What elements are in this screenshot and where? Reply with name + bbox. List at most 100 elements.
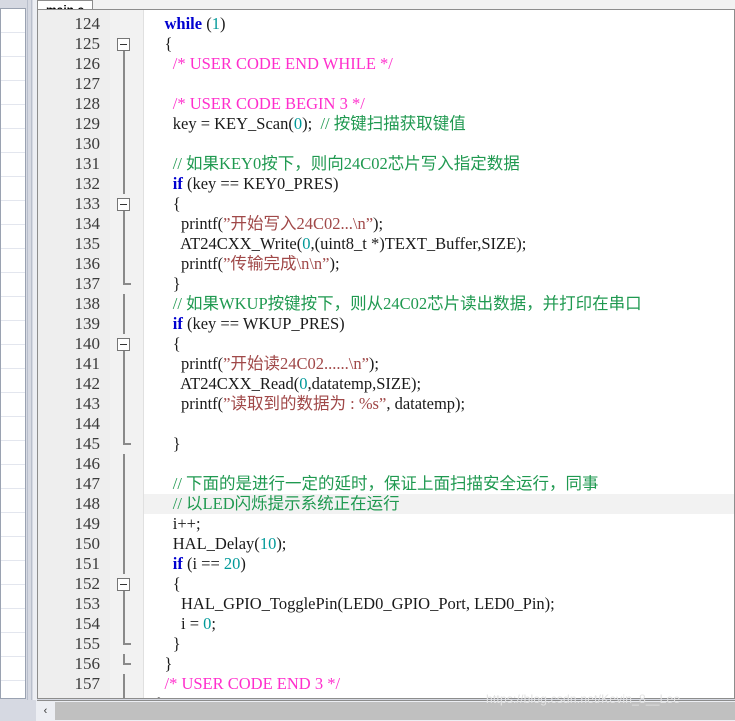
code-line[interactable]: 151 if (i == 20) xyxy=(38,554,734,574)
project-tree-row[interactable] xyxy=(1,81,25,105)
code-text: printf(”传输完成\n\n”); xyxy=(148,254,340,273)
line-number: 126 xyxy=(74,54,101,73)
project-tree-row[interactable] xyxy=(1,321,25,345)
fold-line xyxy=(123,554,125,574)
code-line[interactable]: 125 { xyxy=(38,34,734,54)
code-line[interactable]: 135 AT24CXX_Write(0,(uint8_t *)TEXT_Buff… xyxy=(38,234,734,254)
code-line[interactable]: 132 if (key == KEY0_PRES) xyxy=(38,174,734,194)
project-tree-row[interactable] xyxy=(1,297,25,321)
fold-collapse-icon[interactable] xyxy=(117,198,130,211)
code-line[interactable]: 155 } xyxy=(38,634,734,654)
project-tree-row[interactable] xyxy=(1,273,25,297)
line-number: 154 xyxy=(74,614,101,633)
code-line[interactable]: 133 { xyxy=(38,194,734,214)
line-number: 133 xyxy=(74,194,101,213)
code-line[interactable]: 152 { xyxy=(38,574,734,594)
code-text: } xyxy=(148,274,181,293)
code-line[interactable]: 134 printf(”开始写入24C02...\n”); xyxy=(38,214,734,234)
code-line[interactable]: 154 i = 0; xyxy=(38,614,734,634)
project-tree-row[interactable] xyxy=(1,153,25,177)
tab-main-c[interactable]: main.c xyxy=(37,0,94,9)
project-tree-row[interactable] xyxy=(1,393,25,417)
code-line[interactable]: 150 HAL_Delay(10); xyxy=(38,534,734,554)
code-area[interactable]: 124 while (1) 125 {126 /* USER CODE END W… xyxy=(38,10,734,698)
project-tree-row[interactable] xyxy=(1,129,25,153)
project-tree-row[interactable] xyxy=(1,441,25,465)
project-tree-row[interactable] xyxy=(1,585,25,609)
code-line[interactable]: 144 xyxy=(38,414,734,434)
line-number: 137 xyxy=(74,274,101,293)
code-text: i = 0; xyxy=(148,614,216,633)
code-line[interactable]: 138 // 如果WKUP按键按下，则从24C02芯片读出数据，并打印在串口 xyxy=(38,294,734,314)
project-tree-row[interactable] xyxy=(1,33,25,57)
project-tree-row[interactable] xyxy=(1,105,25,129)
fold-line xyxy=(123,494,125,514)
code-line[interactable]: 139 if (key == WKUP_PRES) xyxy=(38,314,734,334)
code-line[interactable]: 157 /* USER CODE END 3 */ xyxy=(38,674,734,694)
code-text: AT24CXX_Read(0,datatemp,SIZE); xyxy=(148,374,422,393)
code-line[interactable]: 149 i++; xyxy=(38,514,734,534)
code-line[interactable]: 130 xyxy=(38,134,734,154)
project-tree-row[interactable] xyxy=(1,537,25,561)
code-line[interactable]: 136 printf(”传输完成\n\n”); xyxy=(38,254,734,274)
code-line[interactable]: 146 xyxy=(38,454,734,474)
code-line[interactable]: 127 xyxy=(38,74,734,94)
project-tree-row[interactable] xyxy=(1,9,25,33)
code-line[interactable]: 137 } xyxy=(38,274,734,294)
code-line[interactable]: 141 printf(”开始读24C02......\n”); xyxy=(38,354,734,374)
project-tree-row[interactable] xyxy=(1,57,25,81)
project-tree-row[interactable] xyxy=(1,225,25,249)
project-tree-row[interactable] xyxy=(1,249,25,273)
code-text: } xyxy=(148,434,181,453)
fold-line xyxy=(123,54,125,74)
fold-line xyxy=(123,614,125,634)
fold-collapse-icon[interactable] xyxy=(117,38,130,51)
code-line[interactable]: 124 while (1) xyxy=(38,14,734,34)
line-number: 125 xyxy=(74,34,101,53)
fold-line xyxy=(123,214,125,234)
code-line[interactable]: 148 // 以LED闪烁提示系统正在运行 xyxy=(38,494,734,514)
code-line[interactable]: 142 AT24CXX_Read(0,datatemp,SIZE); xyxy=(38,374,734,394)
project-tree-row[interactable] xyxy=(1,609,25,633)
project-tree-row[interactable] xyxy=(1,417,25,441)
code-line[interactable]: 153 HAL_GPIO_TogglePin(LED0_GPIO_Port, L… xyxy=(38,594,734,614)
project-tree-row[interactable] xyxy=(1,513,25,537)
project-tree-row[interactable] xyxy=(1,345,25,369)
fold-collapse-icon[interactable] xyxy=(117,338,130,351)
code-text: if (key == WKUP_PRES) xyxy=(172,314,345,333)
project-tree-row[interactable] xyxy=(1,177,25,201)
code-line[interactable]: 128 /* USER CODE BEGIN 3 */ xyxy=(38,94,734,114)
project-tree-row[interactable] xyxy=(1,657,25,681)
project-panel[interactable] xyxy=(0,8,26,699)
code-line[interactable]: 129 key = KEY_Scan(0); // 按键扫描获取键值 xyxy=(38,114,734,134)
code-text: { xyxy=(148,194,181,213)
code-line[interactable]: 147 // 下面的是进行一定的延时，保证上面扫描安全运行，同事 xyxy=(38,474,734,494)
project-tree-row[interactable] xyxy=(1,369,25,393)
project-tree-row[interactable] xyxy=(1,489,25,513)
project-tree-row[interactable] xyxy=(1,201,25,225)
code-line[interactable]: 131 // 如果KEY0按下，则向24C02芯片写入指定数据 xyxy=(38,154,734,174)
code-line[interactable]: 156 } xyxy=(38,654,734,674)
line-number: 141 xyxy=(74,354,101,373)
code-line[interactable]: 126 /* USER CODE END WHILE */ xyxy=(38,54,734,74)
line-number: 144 xyxy=(74,414,101,433)
project-tree-row[interactable] xyxy=(1,561,25,585)
code-line[interactable]: 143 printf(”读取到的数据为 : %s”, datatemp); xyxy=(38,394,734,414)
code-line[interactable]: 140 { xyxy=(38,334,734,354)
code-text: key = KEY_Scan(0); // 按键扫描获取键值 xyxy=(148,114,466,133)
line-number: 145 xyxy=(74,434,101,453)
panel-splitter[interactable] xyxy=(27,0,32,721)
project-tree-row[interactable] xyxy=(1,465,25,489)
fold-line xyxy=(123,254,125,274)
code-text: // 如果WKUP按键按下，则从24C02芯片读出数据，并打印在串口 xyxy=(172,294,642,313)
fold-line xyxy=(123,514,125,534)
fold-collapse-icon[interactable] xyxy=(117,578,130,591)
project-tree-row[interactable] xyxy=(1,633,25,657)
scroll-left-arrow-icon[interactable]: ‹ xyxy=(37,701,54,721)
code-text: printf(”开始读24C02......\n”); xyxy=(148,354,379,373)
code-text: // 以LED闪烁提示系统正在运行 xyxy=(172,494,400,513)
code-editor[interactable]: 124 while (1) 125 {126 /* USER CODE END W… xyxy=(37,9,735,699)
code-line[interactable]: 145 } xyxy=(38,434,734,454)
code-text: } xyxy=(148,654,173,673)
code-lines: 124 while (1) 125 {126 /* USER CODE END W… xyxy=(38,14,734,698)
